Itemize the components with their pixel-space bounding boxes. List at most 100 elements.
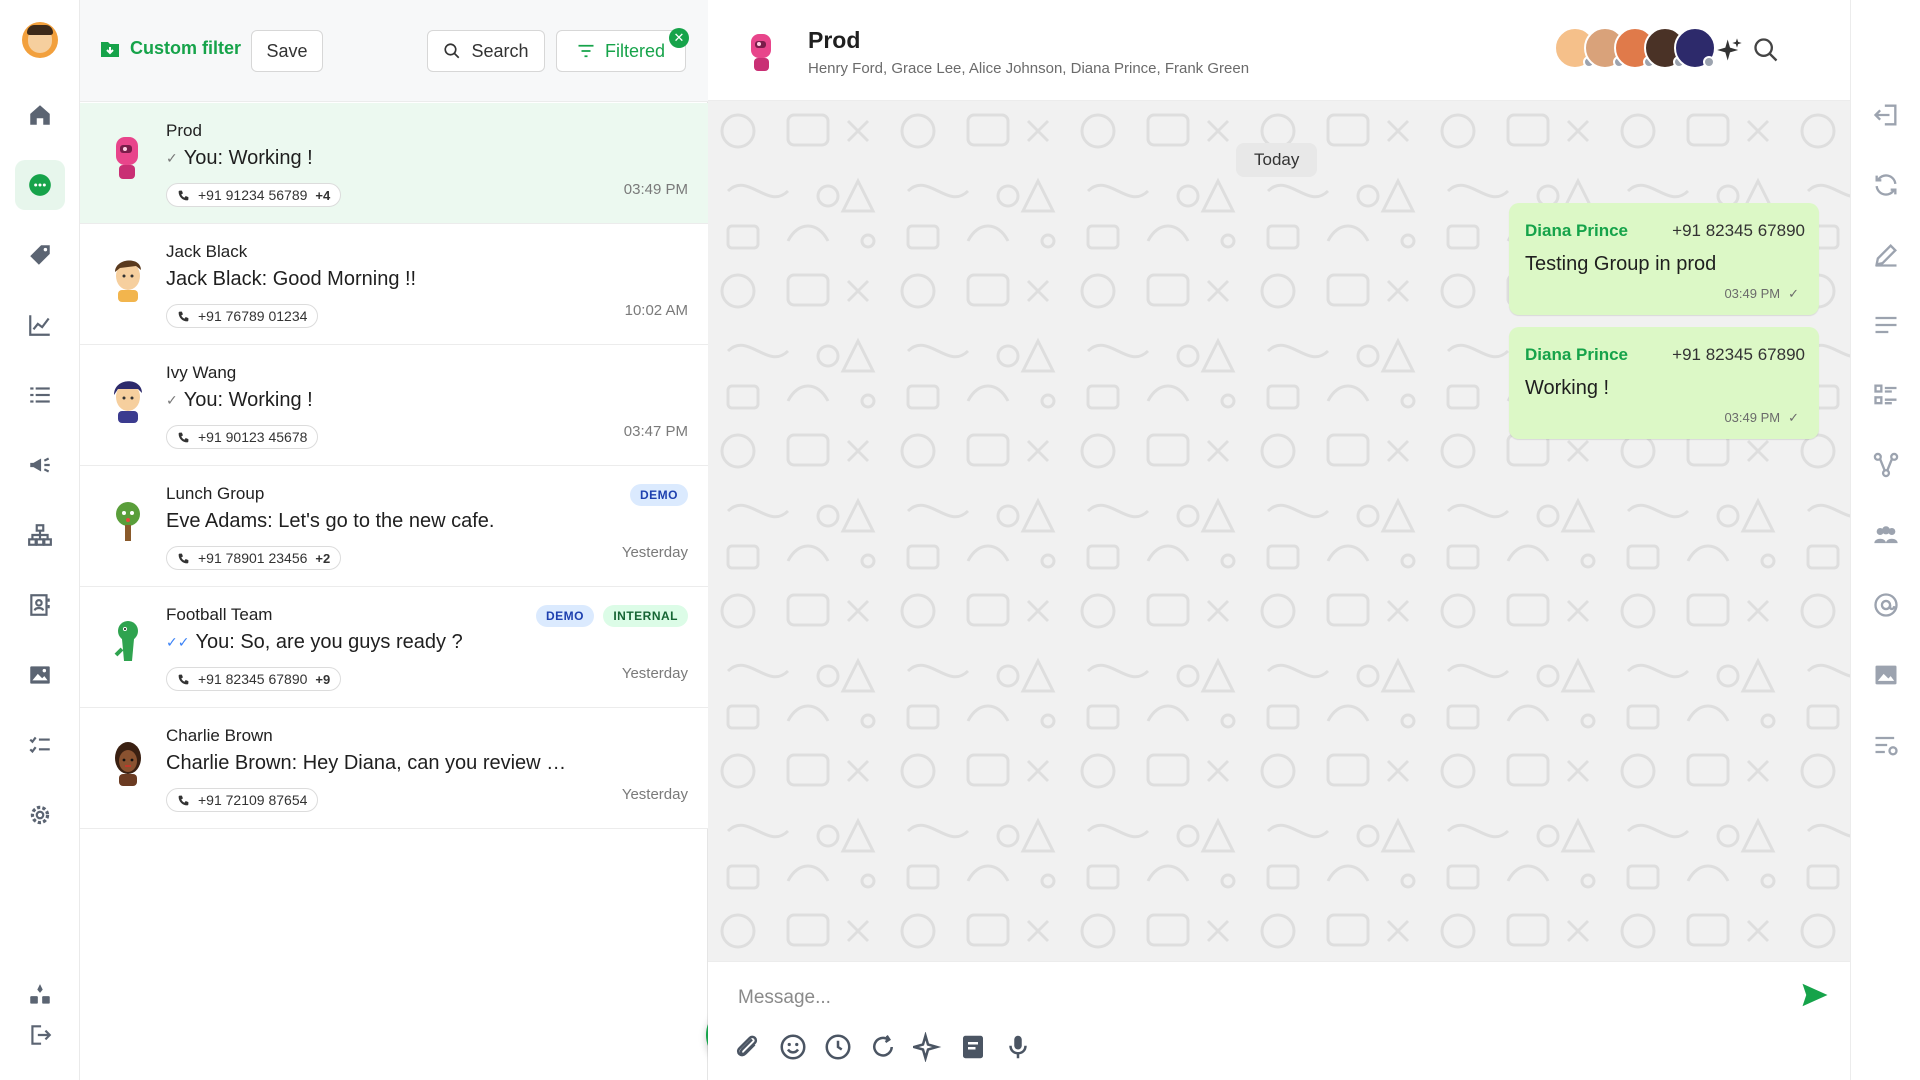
message-time: 03:49 PM	[1724, 286, 1781, 301]
settings-gear-icon[interactable]	[15, 790, 65, 840]
phone-icon	[178, 553, 189, 563]
message-bubble[interactable]: Diana Prince +91 82345 67890 Testing Gro…	[1509, 203, 1819, 315]
schedule-clock-icon[interactable]	[823, 1032, 853, 1062]
save-button[interactable]: Save	[251, 30, 323, 72]
analytics-icon[interactable]	[15, 300, 65, 350]
message-sender[interactable]: Diana Prince	[1525, 221, 1628, 241]
left-nav-rail	[0, 0, 80, 1080]
list-icon[interactable]	[15, 370, 65, 420]
phone-icon	[178, 674, 189, 684]
read-double-tick-icon: ✓✓	[166, 634, 190, 650]
custom-filter-button[interactable]: Custom filter	[100, 38, 241, 59]
chat-preview: Jack Black: Good Morning !!	[166, 268, 416, 291]
chat-name: Charlie Brown	[166, 726, 273, 745]
conversation-members: Henry Ford, Grace Lee, Alice Johnson, Di…	[808, 60, 1250, 77]
message-sender-phone: +91 82345 67890	[1672, 221, 1805, 240]
chat-name: Lunch Group	[166, 484, 265, 503]
edit-pencil-icon[interactable]	[1872, 241, 1900, 269]
mention-at-icon[interactable]	[1872, 591, 1900, 619]
internal-tag: INTERNAL	[603, 605, 688, 627]
message-input[interactable]	[738, 978, 1738, 1018]
chat-time: Yesterday	[621, 786, 688, 803]
user-avatar[interactable]	[22, 22, 58, 58]
right-tool-rail	[1850, 0, 1920, 1080]
chat-preview: ✓ You: Working !	[166, 389, 313, 412]
chat-list-item[interactable]: Prod ✓ You: Working ! +91 91234 56789 +4 0…	[80, 103, 708, 224]
phone-number: +91 91234 56789	[198, 187, 308, 203]
template-icon[interactable]	[958, 1032, 988, 1062]
contacts-book-icon[interactable]	[15, 580, 65, 630]
gallery-icon[interactable]	[15, 650, 65, 700]
message-bubble[interactable]: Diana Prince +91 82345 67890 Working ! 0…	[1509, 327, 1819, 439]
phone-chip[interactable]: +91 78901 23456 +2	[166, 546, 342, 570]
more-count: +9	[315, 671, 331, 687]
more-count: +4	[315, 187, 331, 203]
tree-avatar	[116, 502, 140, 541]
robot-avatar	[116, 137, 138, 179]
phone-chip[interactable]: +91 82345 67890 +9	[166, 667, 342, 691]
robot-avatar[interactable]	[746, 30, 778, 74]
phone-icon	[178, 190, 189, 200]
chat-preview-text: You: So, are you guys ready ?	[195, 631, 463, 653]
chat-list-item[interactable]: Charlie Brown Charlie Brown: Hey Diana, …	[80, 708, 708, 829]
emoji-icon[interactable]	[778, 1032, 808, 1062]
person-avatar	[114, 381, 142, 423]
send-icon[interactable]	[1800, 980, 1830, 1010]
task-list-icon[interactable]	[1872, 381, 1900, 409]
chat-list-item[interactable]: Jack Black Jack Black: Good Morning !! +…	[80, 224, 708, 345]
chat-list-item[interactable]: Ivy Wang ✓ You: Working ! +91 90123 45678…	[80, 345, 708, 466]
member-avatars[interactable]	[1554, 27, 1716, 73]
chat-list-item[interactable]: Lunch Group DEMO Eve Adams: Let's go to …	[80, 466, 708, 587]
person-avatar	[115, 260, 141, 302]
refresh-icon[interactable]	[1872, 171, 1900, 199]
folder-download-icon	[101, 41, 119, 57]
chat-preview: Eve Adams: Let's go to the new cafe.	[166, 510, 494, 533]
chat-list-panel: Custom filter Save Search Filtered ✕ Pro…	[80, 0, 768, 1080]
chat-preview-text: Eve Adams: Let's go to the new cafe.	[166, 510, 495, 532]
clear-filter-icon[interactable]: ✕	[669, 28, 689, 48]
message-meta: 03:49 PM ✓	[1724, 410, 1799, 426]
sent-tick-icon: ✓	[1788, 410, 1799, 425]
phone-chip[interactable]: +91 90123 45678	[166, 425, 319, 449]
conversation-panel: Prod Henry Ford, Grace Lee, Alice Johnso…	[708, 0, 1850, 1080]
group-members-icon[interactable]	[1872, 521, 1900, 549]
phone-chip[interactable]: +91 91234 56789 +4	[166, 183, 342, 207]
ai-sparkle-icon[interactable]	[913, 1032, 943, 1062]
chat-preview-text: You: Working !	[183, 147, 313, 169]
phone-icon	[178, 432, 189, 442]
chat-list-item[interactable]: Football Team DEMO INTERNAL ✓✓ You: So, a…	[80, 587, 708, 708]
sent-tick-icon: ✓	[166, 150, 178, 166]
broadcast-icon[interactable]	[15, 440, 65, 490]
microphone-icon[interactable]	[1003, 1032, 1033, 1062]
chat-time: Yesterday	[621, 665, 688, 682]
home-icon[interactable]	[15, 90, 65, 140]
phone-chip[interactable]: +91 76789 01234	[166, 304, 319, 328]
conversation-title: Prod	[808, 27, 861, 53]
ai-sparkle-icon[interactable]	[1716, 36, 1744, 64]
message-time: 03:49 PM	[1724, 410, 1781, 425]
phone-chip[interactable]: +91 72109 87654	[166, 788, 319, 812]
org-chart-icon[interactable]	[15, 510, 65, 560]
tag-icon[interactable]	[15, 230, 65, 280]
exit-panel-icon[interactable]	[1872, 101, 1900, 129]
recurring-icon[interactable]	[868, 1032, 898, 1062]
list-settings-icon[interactable]	[1872, 731, 1900, 759]
media-gallery-icon[interactable]	[1872, 661, 1900, 689]
phone-icon	[178, 795, 189, 805]
search-icon[interactable]	[1752, 36, 1780, 64]
demo-tag: DEMO	[630, 484, 688, 506]
phone-number: +91 78901 23456	[198, 550, 308, 566]
notes-lines-icon[interactable]	[1872, 311, 1900, 339]
message-sender[interactable]: Diana Prince	[1525, 345, 1628, 365]
chats-icon[interactable]	[15, 160, 65, 210]
search-button[interactable]: Search	[427, 30, 545, 72]
workflow-icon[interactable]	[1872, 451, 1900, 479]
sent-tick-icon: ✓	[1788, 286, 1799, 301]
chat-preview-text: You: Working !	[183, 389, 313, 411]
chat-time: 03:47 PM	[623, 423, 688, 440]
logout-icon[interactable]	[15, 1010, 65, 1060]
filtered-button[interactable]: Filtered	[556, 30, 686, 72]
sent-tick-icon: ✓	[166, 392, 178, 408]
attachment-icon[interactable]	[732, 1032, 762, 1062]
checklist-icon[interactable]	[15, 720, 65, 770]
